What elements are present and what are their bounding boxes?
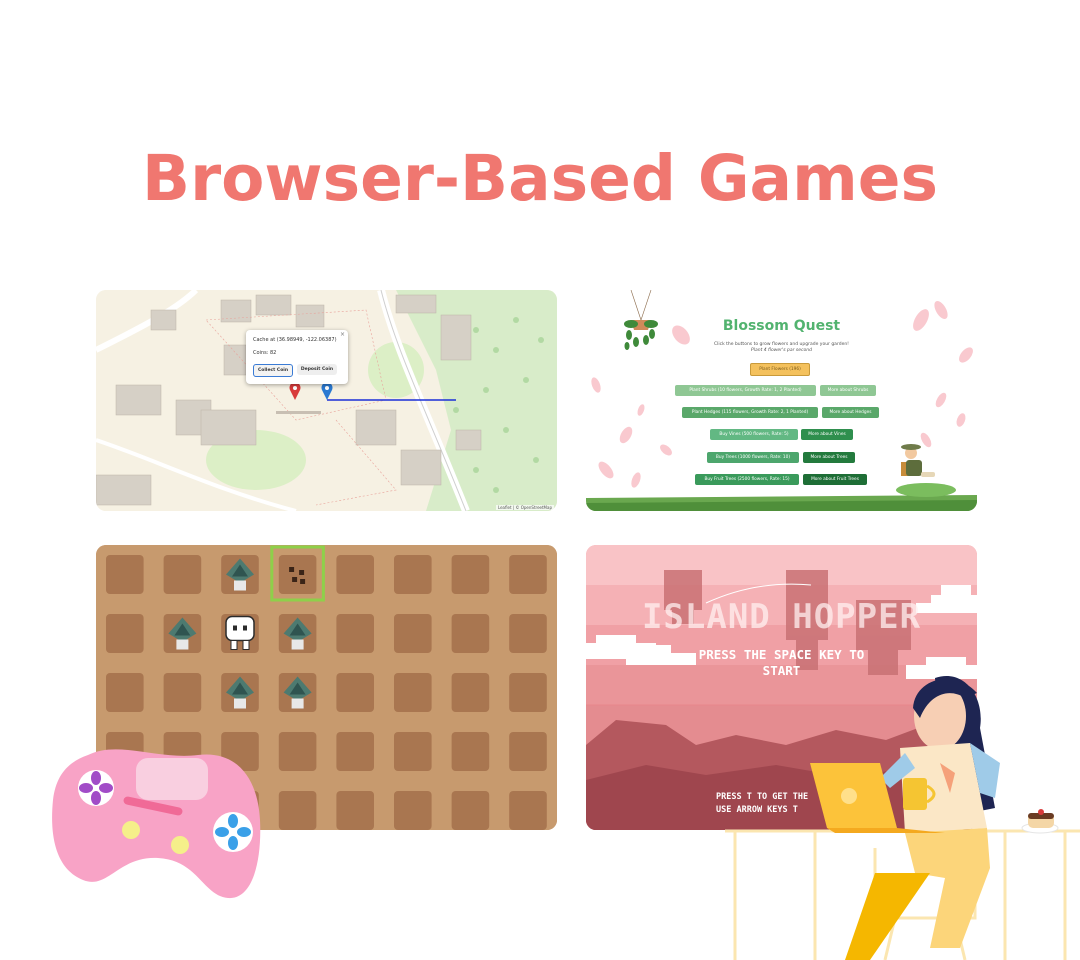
- map-game-screenshot: × Cache at (36.98949, -122.06387) Coins:…: [96, 290, 557, 511]
- more-about-vines-button[interactable]: More about Vines: [801, 429, 853, 440]
- seed-icon: [299, 570, 305, 575]
- more-about-trees-button[interactable]: More about Trees: [803, 452, 855, 463]
- soil-tile[interactable]: [336, 555, 374, 594]
- cache-popup: × Cache at (36.98949, -122.06387) Coins:…: [246, 330, 348, 384]
- soil-tile[interactable]: [394, 673, 432, 712]
- deposit-coin-button[interactable]: Deposit Coin: [297, 364, 337, 375]
- soil-tile[interactable]: [106, 614, 144, 653]
- soil-tile[interactable]: [106, 673, 144, 712]
- soil-tile[interactable]: [451, 673, 490, 712]
- red-location-marker-icon[interactable]: [289, 382, 301, 400]
- seed-icon: [289, 567, 295, 572]
- soil-tile[interactable]: [336, 673, 374, 712]
- cache-location-label: Cache at (36.98949, -122.06387): [253, 337, 337, 343]
- soil-tile[interactable]: [509, 791, 547, 830]
- person-with-laptop-illustration: [725, 676, 1080, 960]
- collect-coin-button[interactable]: Collect Coin: [253, 364, 293, 377]
- soil-tile[interactable]: [394, 791, 432, 830]
- soil-tile[interactable]: [394, 614, 432, 653]
- soil-tile[interactable]: [278, 555, 317, 594]
- blossom-quest-screenshot: Blossom Quest Click the buttons to grow …: [586, 290, 977, 511]
- soil-tile[interactable]: [278, 791, 317, 830]
- plant-hedges-button[interactable]: Plant Hedges (115 flowers, Growth Rate: …: [682, 407, 818, 418]
- island-hopper-title: ISLAND HOPPER: [641, 597, 922, 637]
- soil-tile[interactable]: [163, 673, 202, 712]
- blossom-quest-subtitle: Click the buttons to grow flowers and up…: [586, 342, 977, 354]
- soil-tile[interactable]: [163, 555, 202, 594]
- soil-tile[interactable]: [451, 732, 490, 771]
- buy-vines-button[interactable]: Buy Vines (500 flowers, Rate: 5): [710, 429, 798, 440]
- soil-tile[interactable]: [451, 791, 490, 830]
- buy-trees-button[interactable]: Buy Trees (1000 flowers, Rate: 10): [707, 452, 799, 463]
- soil-tile[interactable]: [394, 732, 432, 771]
- page-title: Browser-Based Games: [142, 142, 938, 215]
- subtitle-line-2: Plant 4 flower's par second: [751, 348, 812, 353]
- buy-fruit-trees-button[interactable]: Buy Fruit Trees (2500 flowers, Rate: 15): [695, 474, 799, 485]
- seed-icon: [292, 577, 298, 582]
- soil-tile[interactable]: [509, 555, 547, 594]
- blossom-quest-title: Blossom Quest: [722, 318, 841, 334]
- soil-tile[interactable]: [106, 555, 144, 594]
- map-background: [96, 290, 557, 511]
- more-about-hedges-button[interactable]: More about Hedges: [822, 407, 879, 418]
- seed-icon: [300, 579, 306, 584]
- more-about-fruit-trees-button[interactable]: More about Fruit Trees: [803, 474, 867, 485]
- soil-tile[interactable]: [394, 555, 432, 594]
- coins-label: Coins: 82: [253, 350, 277, 356]
- soil-tile[interactable]: [509, 614, 547, 653]
- gamepad-icon: [52, 749, 261, 899]
- soil-tile[interactable]: [451, 555, 490, 594]
- soil-tile[interactable]: [336, 614, 374, 653]
- soil-tile[interactable]: [509, 732, 547, 771]
- more-about-shrubs-button[interactable]: More about Shrubs: [820, 385, 876, 396]
- soil-tile[interactable]: [278, 732, 317, 771]
- blue-location-marker-icon[interactable]: [321, 382, 333, 400]
- soil-tile[interactable]: [336, 732, 374, 771]
- close-icon[interactable]: ×: [340, 331, 345, 338]
- map-attribution[interactable]: Leaflet | © OpenStreetMap: [495, 505, 554, 510]
- soil-tile[interactable]: [336, 791, 374, 830]
- plant-shrubs-button[interactable]: Plant Shrubs (10 flowers, Growth Rate: 1…: [675, 385, 816, 396]
- start-line-1: PRESS THE SPACE KEY TO: [698, 647, 865, 662]
- plant-flowers-button[interactable]: Plant Flowers (196): [750, 363, 810, 376]
- soil-tile[interactable]: [451, 614, 490, 653]
- soil-tile[interactable]: [509, 673, 547, 712]
